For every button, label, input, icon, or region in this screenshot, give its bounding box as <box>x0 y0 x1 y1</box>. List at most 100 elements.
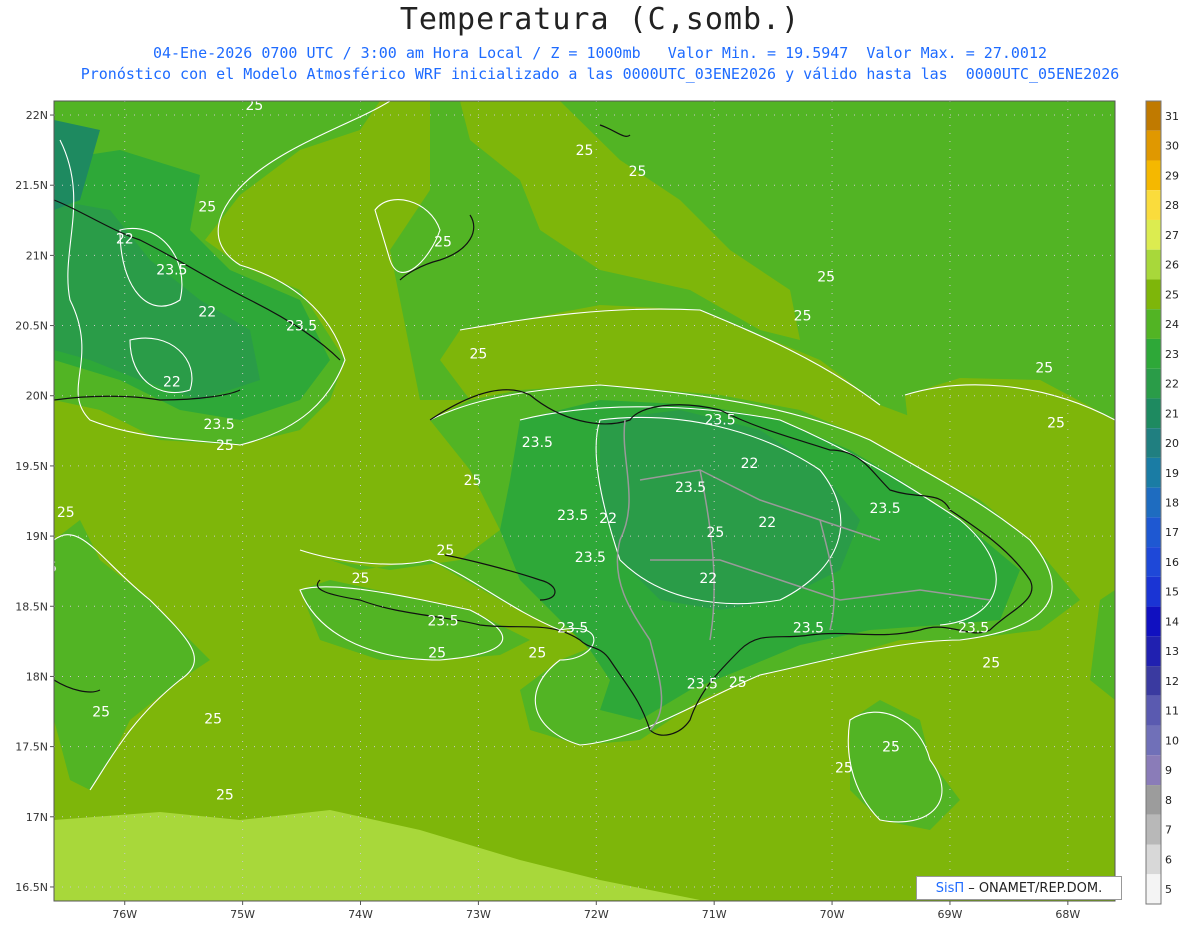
colorbar-label: 13 <box>1165 645 1179 658</box>
temperature-map: 25 25 25 25 22 25 23.5 25 22 23.5 25 25 25 22 23.5 23.5… <box>15 100 1179 921</box>
colorbar-label: 9 <box>1165 764 1172 777</box>
colorbar-swatch <box>1146 487 1161 518</box>
contour-label: 25 <box>706 525 724 541</box>
contour-label: 25 <box>204 712 222 728</box>
colorbar-label: 14 <box>1165 615 1179 628</box>
contour-label: 22 <box>599 511 617 527</box>
contour-label: 25 <box>216 787 234 803</box>
contour-label: 25 <box>428 646 446 662</box>
longitude-axis: 76W 75W 74W 73W 72W 71W 70W 69W 68W <box>112 901 1080 921</box>
colorbar-label: 11 <box>1165 705 1179 718</box>
contour-label: 25 <box>982 655 1000 671</box>
colorbar-swatch <box>1146 398 1161 429</box>
contour-label: 23.5 <box>557 620 588 636</box>
lon-tick-label: 75W <box>230 908 255 921</box>
colorbar-swatch <box>1146 666 1161 696</box>
contour-label: 25 <box>794 309 812 325</box>
colorbar-label: 17 <box>1165 526 1179 539</box>
contour-label: 25 <box>436 543 454 559</box>
contour-label: 25 <box>352 571 370 587</box>
colorbar-label: 18 <box>1165 497 1179 510</box>
lon-tick-label: 69W <box>938 908 963 921</box>
contour-label: 25 <box>1047 415 1065 431</box>
colorbar-swatch <box>1146 695 1161 726</box>
lat-tick-label: 18.5N <box>15 600 48 613</box>
lat-tick-label: 17.5N <box>15 741 48 754</box>
contour-label: 22 <box>198 305 216 321</box>
colorbar-label: 30 <box>1165 140 1179 153</box>
colorbar-swatch <box>1146 844 1161 875</box>
colorbar-swatch <box>1146 160 1161 191</box>
lat-tick-label: 18N <box>26 670 48 683</box>
colorbar-label: 5 <box>1165 883 1172 896</box>
credit-org: – ONAMET/REP.DOM. <box>968 880 1103 896</box>
contour-label: 25 <box>528 646 546 662</box>
contour-label: 25 <box>216 438 234 454</box>
contour-label: 25 <box>629 164 647 180</box>
lon-tick-label: 73W <box>466 908 491 921</box>
colorbar-label: 23 <box>1165 348 1179 361</box>
contour-label: 22 <box>758 515 776 531</box>
contour-label: 22 <box>163 375 181 391</box>
sispi-logo-text: SisΠ <box>935 880 965 896</box>
credit-box: SisΠ – ONAMET/REP.DOM. <box>916 876 1122 900</box>
lat-tick-label: 21N <box>26 249 48 262</box>
contour-label: 25 <box>882 740 900 756</box>
contour-label: 23.5 <box>286 319 317 335</box>
lat-tick-label: 17N <box>26 811 48 824</box>
colorbar-swatch <box>1146 338 1161 369</box>
colorbar-label: 12 <box>1165 675 1179 688</box>
temperature-colorbar: 31 30 29 28 27 26 25 24 23 22 21 20 19 18 17 16 15 14 13 12… <box>1145 100 1179 905</box>
colorbar-swatch <box>1146 576 1161 607</box>
colorbar-label: 28 <box>1165 199 1179 212</box>
contour-label: 23.5 <box>203 417 234 433</box>
map-plot-area: 25 25 25 25 22 25 23.5 25 22 23.5 25 25 25 22 23.5 23.5… <box>54 101 1115 901</box>
colorbar-swatch <box>1146 190 1161 220</box>
contour-label: 25 <box>469 347 487 363</box>
lon-tick-label: 72W <box>584 908 609 921</box>
colorbar-label: 27 <box>1165 229 1179 242</box>
lon-tick-label: 74W <box>348 908 373 921</box>
contour-label: 22 <box>699 571 717 587</box>
contour-label: 25 <box>92 705 110 721</box>
contour-label: 25 <box>1035 361 1053 377</box>
contour-label: 25 <box>434 234 452 250</box>
contour-label: 25 <box>817 269 835 285</box>
colorbar-label: 20 <box>1165 437 1179 450</box>
colorbar-swatch <box>1146 547 1161 577</box>
colorbar-label: 21 <box>1165 407 1179 420</box>
colorbar-label: 31 <box>1165 110 1179 123</box>
colorbar-swatch <box>1146 219 1161 250</box>
lat-tick-label: 19.5N <box>15 460 48 473</box>
colorbar-label: 29 <box>1165 169 1179 182</box>
colorbar-label: 10 <box>1165 734 1179 747</box>
contour-label: 23.5 <box>958 620 989 636</box>
colorbar-swatch <box>1146 457 1161 488</box>
colorbar-swatch <box>1146 279 1161 310</box>
contour-label: 23.5 <box>156 262 187 278</box>
colorbar-label: 6 <box>1165 853 1172 866</box>
contour-label: 22 <box>741 456 759 472</box>
lon-tick-label: 70W <box>820 908 845 921</box>
contour-label: 25 <box>729 675 747 691</box>
contour-label: 23.5 <box>870 501 901 517</box>
colorbar-swatch <box>1146 428 1161 458</box>
colorbar-label: 26 <box>1165 259 1179 272</box>
colorbar-label: 8 <box>1165 794 1172 807</box>
colorbar-swatch <box>1146 130 1161 161</box>
contour-label: 25 <box>576 143 594 159</box>
lat-tick-label: 20.5N <box>15 320 48 333</box>
contour-label: 25 <box>835 761 853 777</box>
contour-label: 25 <box>464 473 482 489</box>
contour-label: 25 <box>198 199 216 215</box>
lat-tick-label: 22N <box>26 109 48 122</box>
colorbar-label: 16 <box>1165 556 1179 569</box>
colorbar-label: 19 <box>1165 467 1179 480</box>
contour-label: 23.5 <box>575 550 606 566</box>
contour-label: 23.5 <box>793 620 824 636</box>
colorbar-swatch <box>1146 517 1161 548</box>
lon-tick-label: 71W <box>702 908 727 921</box>
colorbar-swatch <box>1146 785 1161 815</box>
lat-tick-label: 20N <box>26 390 48 403</box>
colorbar-swatch <box>1146 249 1161 280</box>
